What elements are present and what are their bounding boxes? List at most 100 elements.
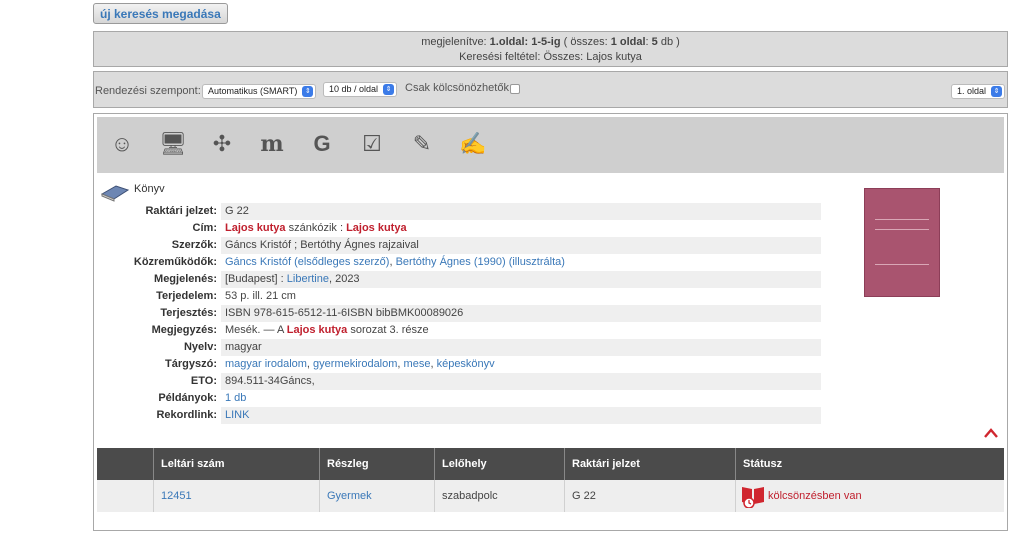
displayed-prefix: megjelenítve: <box>421 36 490 48</box>
col-location: Lelőhely <box>434 448 564 480</box>
new-search-button[interactable]: új keresés megadása <box>93 3 228 24</box>
title-highlight: Lajos kutya <box>346 222 407 234</box>
publisher-link[interactable]: Libertine <box>287 273 329 285</box>
department-link[interactable]: Gyermek <box>319 480 434 512</box>
sort-bar: Rendezési szempont: Automatikus (SMART) ⇕… <box>93 71 1008 108</box>
field-label: Rekordlink: <box>156 409 217 421</box>
displayed-page: 1 oldal <box>610 36 646 48</box>
field-label: Közreműködők: <box>133 256 217 268</box>
field-label: ETO: <box>190 375 217 387</box>
chevron-updown-icon: ⇕ <box>383 84 395 95</box>
col-status: Státusz <box>735 448 1004 480</box>
book-type-icon <box>100 182 130 202</box>
field-value: 53 p. ill. 21 cm <box>225 290 296 302</box>
per-page-select[interactable]: 10 db / oldal ⇕ <box>323 82 398 97</box>
field-value: Gáncs Kristóf (elsődleges szerző), Bertó… <box>225 256 565 268</box>
field-label: Terjedelem: <box>156 290 217 302</box>
subject-link[interactable]: mese <box>404 358 431 370</box>
book-write-icon[interactable]: ✍ <box>459 131 486 157</box>
field-value: magyar <box>225 341 262 353</box>
status-cell: kölcsönzésben van <box>735 480 1004 512</box>
g-letter-icon[interactable]: G <box>309 131 335 157</box>
inventory-link[interactable]: 12451 <box>153 480 319 512</box>
sort-select-value: Automatikus (SMART) <box>208 86 298 96</box>
record-toolbar: ☺ 🖥 ✣ m G ☑ ✎ ✍ <box>97 117 1004 173</box>
field-text: G 22 <box>225 205 249 217</box>
displayed-suffix: db ) <box>657 36 680 48</box>
field-row-bg <box>221 339 821 356</box>
loanable-checkbox[interactable] <box>510 84 520 94</box>
field-label: Nyelv: <box>183 341 217 353</box>
field-value: 894.511-34Gáncs, <box>225 375 315 387</box>
field-text: sorozat 3. része <box>347 324 429 336</box>
location-value: szabadpolc <box>434 480 564 512</box>
field-link[interactable]: 1 db <box>225 392 246 404</box>
on-loan-book-icon <box>740 484 766 509</box>
chevron-up-icon[interactable] <box>983 427 999 439</box>
edit-check-icon[interactable]: ☑ <box>359 131 385 157</box>
field-label: Példányok: <box>158 392 217 404</box>
field-text: 894.511-34Gáncs, <box>225 375 315 387</box>
title-text: szánkózik : <box>285 222 347 234</box>
book-cover[interactable] <box>864 188 940 297</box>
smiley-icon[interactable]: ☺ <box>109 131 135 157</box>
field-value: Gáncs Kristóf ; Bertóthy Ágnes rajzaival <box>225 239 419 251</box>
col-shelfmark: Raktári jelzet <box>564 448 735 480</box>
chevron-updown-icon: ⇕ <box>302 86 314 97</box>
field-link[interactable]: LINK <box>225 409 249 421</box>
field-value: G 22 <box>225 205 249 217</box>
field-value: 1 db <box>225 392 246 404</box>
field-text: Mesék. — A <box>225 324 287 336</box>
field-value: LINK <box>225 409 249 421</box>
page-select[interactable]: 1. oldal ⇕ <box>951 84 1006 99</box>
book-pen-icon[interactable]: ✎ <box>409 131 435 157</box>
sort-select[interactable]: Automatikus (SMART) ⇕ <box>202 84 317 99</box>
result-info-box: megjelenítve: 1.oldal: 1-5-ig ( összes: … <box>93 31 1008 67</box>
table-row: 12451 Gyermek szabadpolc G 22 kölcsönzés… <box>97 480 1004 512</box>
status-text: kölcsönzésben van <box>768 490 862 502</box>
field-value: Mesék. — A Lajos kutya sorozat 3. része <box>225 324 429 336</box>
field-text: Gáncs Kristóf ; Bertóthy Ágnes rajzaival <box>225 239 419 251</box>
field-row-bg <box>221 407 821 424</box>
field-label: Terjesztés: <box>160 307 217 319</box>
puzzle-icon[interactable]: ✣ <box>209 131 235 157</box>
record-type: Könyv <box>134 183 165 195</box>
per-page-value: 10 db / oldal <box>329 84 379 94</box>
contributor-link[interactable]: Gáncs Kristóf (elsődleges szerző) <box>225 256 389 268</box>
title-highlight: Lajos kutya <box>225 222 286 234</box>
field-row-bg <box>221 203 821 220</box>
chevron-updown-icon: ⇕ <box>991 86 1003 97</box>
field-text: , 2023 <box>328 273 360 285</box>
field-text: ISBN 978-615-6512-11-6ISBN bibBMK0008902… <box>225 307 464 319</box>
displayed-mid: ( összes: <box>560 36 611 48</box>
displayed-range: 1.oldal: 1-5-ig <box>489 36 561 48</box>
field-value: ISBN 978-615-6512-11-6ISBN bibBMK0008902… <box>225 307 463 319</box>
record-fields: Raktári jelzet: G 22 Cím: Lajos kutya szánk… <box>94 203 824 433</box>
subject-link[interactable]: magyar irodalom <box>225 358 307 370</box>
col-department: Részleg <box>319 448 434 480</box>
field-value: [Budapest] : Libertine, 2023 <box>225 273 360 285</box>
field-label: Megjegyzés: <box>151 324 217 336</box>
field-label: Raktári jelzet: <box>145 205 217 217</box>
subject-link[interactable]: képeskönyv <box>437 358 495 370</box>
field-label: Tárgyszó: <box>165 358 217 370</box>
field-text: magyar <box>225 341 262 353</box>
subject-link[interactable]: gyermekirodalom <box>313 358 397 370</box>
field-label: Cím: <box>192 222 217 234</box>
sort-label: Rendezési szempont: <box>95 85 201 97</box>
displayed-summary: megjelenítve: 1.oldal: 1-5-ig ( összes: … <box>94 35 1007 50</box>
m-letter-icon[interactable]: m <box>259 131 285 157</box>
field-value: Lajos kutya szánkózik : Lajos kutya <box>225 222 407 234</box>
field-text: 53 p. ill. 21 cm <box>225 290 296 302</box>
series-highlight: Lajos kutya <box>286 324 348 336</box>
field-value: magyar irodalom, gyermekirodalom, mese, … <box>225 358 495 370</box>
field-label: Megjelenés: <box>154 273 217 285</box>
contributor-link[interactable]: Bertóthy Ágnes (1990) (illusztrálta) <box>396 256 565 268</box>
record-card: ☺ 🖥 ✣ m G ☑ ✎ ✍ Könyv Raktári jelzet: G 2… <box>93 113 1008 531</box>
search-criteria: Keresési feltétel: Összes: Lajos kutya <box>459 51 642 63</box>
field-text: [Budapest] : <box>225 273 287 285</box>
field-label: Szerzők: <box>171 239 217 251</box>
monitor-icon[interactable]: 🖥 <box>159 131 187 157</box>
shelfmark-value: G 22 <box>564 480 735 512</box>
copies-table-header: Leltári szám Részleg Lelőhely Raktári je… <box>97 448 1004 480</box>
